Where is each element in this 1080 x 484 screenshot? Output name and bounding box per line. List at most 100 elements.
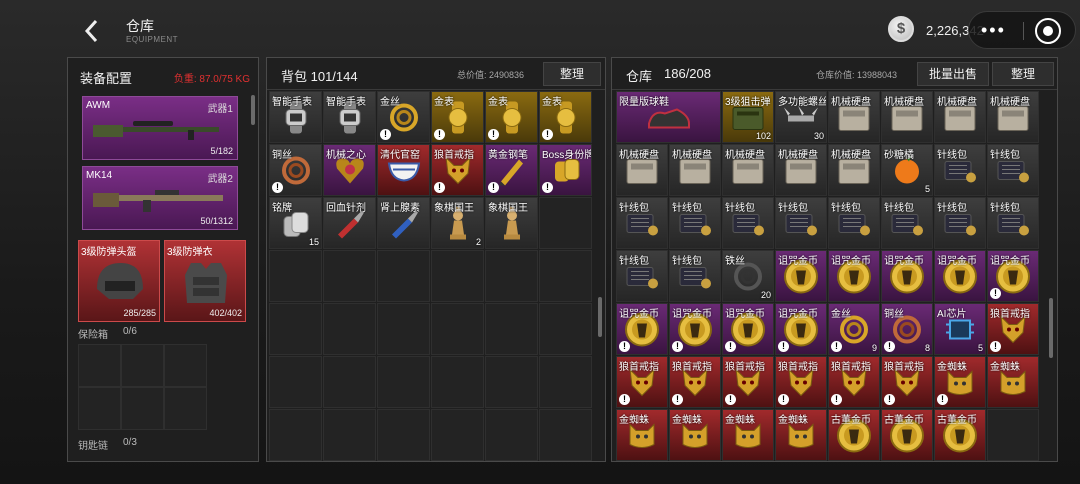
warehouse-item[interactable]: 针线包: [881, 197, 933, 249]
backpack-item[interactable]: 机械之心: [323, 144, 376, 196]
warehouse-item[interactable]: 金蜘蛛: [616, 409, 668, 461]
warehouse-item[interactable]: 针线包: [987, 144, 1039, 196]
warehouse-item[interactable]: 针线包: [722, 197, 774, 249]
warehouse-item[interactable]: 铁丝 20: [722, 250, 774, 302]
back-button[interactable]: [80, 16, 104, 46]
backpack-empty-slot[interactable]: [323, 356, 376, 408]
warehouse-item[interactable]: 机械硬盘: [881, 91, 933, 143]
warehouse-item[interactable]: 诅咒金币: [881, 250, 933, 302]
warehouse-item[interactable]: 针线包: [934, 144, 986, 196]
warehouse-item[interactable]: 古董金币: [881, 409, 933, 461]
warehouse-item[interactable]: 古董金币: [934, 409, 986, 461]
backpack-item[interactable]: 狼首戒指!: [431, 144, 484, 196]
warehouse-item[interactable]: 针线包: [616, 250, 668, 302]
backpack-empty-slot[interactable]: [539, 303, 592, 355]
backpack-empty-slot[interactable]: [377, 250, 430, 302]
warehouse-item[interactable]: 针线包: [669, 250, 721, 302]
warehouse-item[interactable]: 诅咒金币!: [669, 303, 721, 355]
weapon-slot-2[interactable]: MK14 武器2 50/1312: [82, 166, 238, 230]
warehouse-item[interactable]: 狼首戒指!: [616, 356, 668, 408]
warehouse-empty-slot[interactable]: [987, 409, 1039, 461]
warehouse-item[interactable]: 金蜘蛛: [669, 409, 721, 461]
backpack-item[interactable]: 金表!: [539, 91, 592, 143]
warehouse-item[interactable]: 机械硬盘: [828, 91, 880, 143]
safe-box-slot[interactable]: [78, 344, 121, 387]
backpack-empty-slot[interactable]: [377, 303, 430, 355]
safe-box-slot[interactable]: [121, 387, 164, 430]
warehouse-item[interactable]: 机械硬盘: [934, 91, 986, 143]
backpack-item[interactable]: 象棋国王: [485, 197, 538, 249]
warehouse-item[interactable]: 多功能螺丝刀 30: [775, 91, 827, 143]
warehouse-item[interactable]: 针线包: [775, 197, 827, 249]
warehouse-item[interactable]: 金蜘蛛: [775, 409, 827, 461]
backpack-empty-slot[interactable]: [485, 356, 538, 408]
more-icon[interactable]: •••: [981, 20, 1006, 41]
backpack-item[interactable]: 黄金钢笔!: [485, 144, 538, 196]
vest-slot[interactable]: 3级防弹衣 402/402: [164, 240, 246, 322]
backpack-empty-slot[interactable]: [431, 303, 484, 355]
safe-box-slot[interactable]: [121, 344, 164, 387]
warehouse-item[interactable]: 针线包: [987, 197, 1039, 249]
warehouse-sort-button[interactable]: 整理: [992, 62, 1054, 86]
backpack-empty-slot[interactable]: [485, 250, 538, 302]
warehouse-item[interactable]: 砂糖橘 5: [881, 144, 933, 196]
warehouse-item[interactable]: 针线包: [934, 197, 986, 249]
warehouse-item[interactable]: 诅咒金币!: [722, 303, 774, 355]
equipment-scrollbar[interactable]: [251, 95, 255, 125]
warehouse-item[interactable]: 机械硬盘: [987, 91, 1039, 143]
warehouse-item[interactable]: 机械硬盘: [775, 144, 827, 196]
safe-box-slot[interactable]: [78, 387, 121, 430]
safe-box-slot[interactable]: [164, 344, 207, 387]
backpack-empty-slot[interactable]: [323, 303, 376, 355]
backpack-empty-slot[interactable]: [431, 409, 484, 461]
close-target-icon[interactable]: [1035, 18, 1061, 44]
safe-box-slot[interactable]: [164, 387, 207, 430]
backpack-empty-slot[interactable]: [269, 356, 322, 408]
warehouse-item[interactable]: 狼首戒指!: [722, 356, 774, 408]
backpack-item[interactable]: 智能手表: [323, 91, 376, 143]
warehouse-item[interactable]: 狼首戒指!: [669, 356, 721, 408]
warehouse-item[interactable]: AI芯片 5: [934, 303, 986, 355]
warehouse-item[interactable]: 3级狙击弹 102: [722, 91, 774, 143]
helmet-slot[interactable]: 3级防弹头盔 285/285: [78, 240, 160, 322]
backpack-empty-slot[interactable]: [539, 356, 592, 408]
backpack-item[interactable]: 智能手表: [269, 91, 322, 143]
warehouse-item[interactable]: 针线包: [669, 197, 721, 249]
warehouse-item[interactable]: 机械硬盘: [828, 144, 880, 196]
backpack-sort-button[interactable]: 整理: [543, 62, 601, 86]
backpack-item[interactable]: 清代官窑: [377, 144, 430, 196]
backpack-empty-slot[interactable]: [323, 409, 376, 461]
backpack-item[interactable]: 金表!: [485, 91, 538, 143]
warehouse-item[interactable]: 针线包: [616, 197, 668, 249]
bulk-sell-button[interactable]: 批量出售: [917, 62, 989, 86]
backpack-empty-slot[interactable]: [485, 303, 538, 355]
backpack-empty-slot[interactable]: [539, 409, 592, 461]
backpack-item[interactable]: Boss身份牌!: [539, 144, 592, 196]
backpack-item[interactable]: 回血针剂: [323, 197, 376, 249]
warehouse-item[interactable]: 机械硬盘: [616, 144, 668, 196]
warehouse-item[interactable]: 狼首戒指!: [987, 303, 1039, 355]
backpack-empty-slot[interactable]: [485, 409, 538, 461]
backpack-item[interactable]: 金丝!: [377, 91, 430, 143]
backpack-empty-slot[interactable]: [377, 356, 430, 408]
backpack-empty-slot[interactable]: [377, 409, 430, 461]
warehouse-item[interactable]: 铜丝! 8: [881, 303, 933, 355]
warehouse-item[interactable]: 诅咒金币!: [987, 250, 1039, 302]
backpack-scrollbar[interactable]: [598, 297, 602, 337]
warehouse-item[interactable]: 金丝! 9: [828, 303, 880, 355]
backpack-item[interactable]: 铭牌 15: [269, 197, 322, 249]
backpack-item[interactable]: 铜丝!: [269, 144, 322, 196]
warehouse-item[interactable]: 诅咒金币: [775, 250, 827, 302]
warehouse-item[interactable]: 金蜘蛛!: [934, 356, 986, 408]
warehouse-item[interactable]: 狼首戒指!: [775, 356, 827, 408]
backpack-item[interactable]: 肾上腺素: [377, 197, 430, 249]
warehouse-item[interactable]: 狼首戒指!: [828, 356, 880, 408]
backpack-empty-slot[interactable]: [269, 250, 322, 302]
warehouse-scrollbar[interactable]: [1049, 298, 1053, 358]
warehouse-item[interactable]: 诅咒金币: [828, 250, 880, 302]
backpack-item[interactable]: 金表!: [431, 91, 484, 143]
warehouse-item[interactable]: 金蜘蛛: [987, 356, 1039, 408]
backpack-empty-slot[interactable]: [269, 303, 322, 355]
warehouse-item[interactable]: 机械硬盘: [669, 144, 721, 196]
backpack-empty-slot[interactable]: [539, 250, 592, 302]
